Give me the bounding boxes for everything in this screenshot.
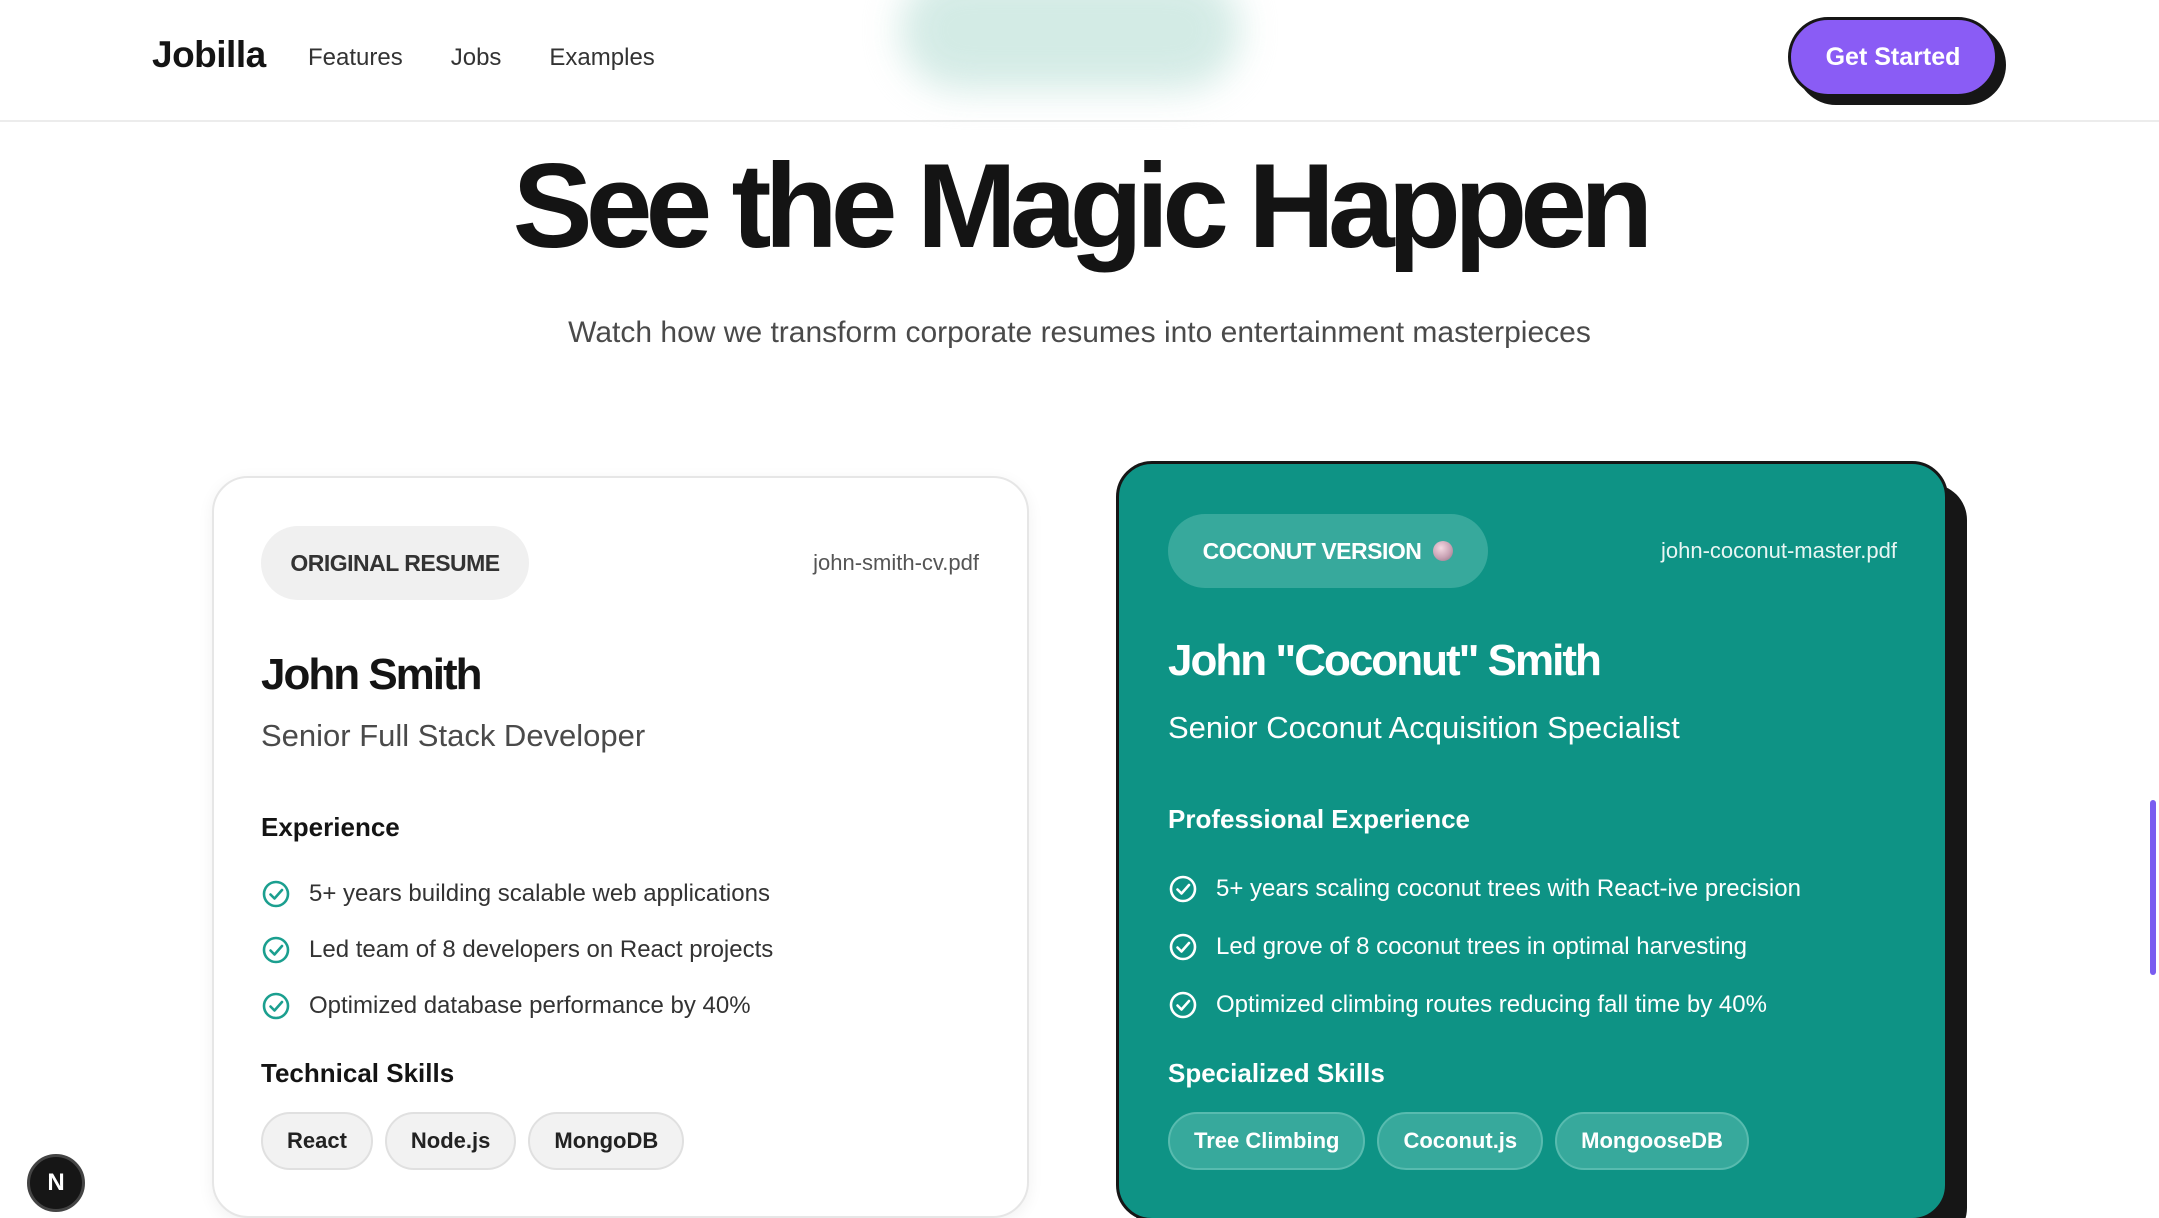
skill-tag: MongoDB xyxy=(528,1112,685,1170)
check-circle-icon xyxy=(262,880,290,908)
skill-tag: Coconut.js xyxy=(1377,1112,1544,1170)
original-experience-heading: Experience xyxy=(261,812,400,842)
coconut-experience-heading: Professional Experience xyxy=(1168,804,1471,834)
get-started-button[interactable]: Get Started xyxy=(1788,17,1998,97)
list-item: Led grove of 8 coconut trees in optimal … xyxy=(1168,918,1801,976)
original-role: Senior Full Stack Developer xyxy=(261,718,646,753)
list-item: 5+ years scaling coconut trees with Reac… xyxy=(1168,860,1801,918)
coconut-skills-heading: Specialized Skills xyxy=(1168,1058,1385,1088)
original-file-name: john-smith-cv.pdf xyxy=(813,550,979,575)
coconut-version-badge: COCONUT VERSION xyxy=(1168,514,1488,588)
skill-tag: React xyxy=(261,1112,373,1170)
list-item: Led team of 8 developers on React projec… xyxy=(261,922,773,978)
skill-tag: Node.js xyxy=(384,1112,517,1170)
list-item: 5+ years building scalable web applicati… xyxy=(261,866,773,922)
skill-tag: MongooseDB xyxy=(1555,1112,1749,1170)
check-circle-icon xyxy=(262,936,290,964)
coconut-name: John "Coconut" Smith xyxy=(1168,636,1602,685)
coconut-experience-list: 5+ years scaling coconut trees with Reac… xyxy=(1168,860,1801,1034)
check-circle-icon xyxy=(1169,875,1197,903)
original-experience-list: 5+ years building scalable web applicati… xyxy=(261,866,773,1034)
list-item: Optimized database performance by 40% xyxy=(261,978,773,1034)
original-resume-card: ORIGINAL RESUME john-smith-cv.pdf John S… xyxy=(212,476,1029,1218)
main-nav: Features Jobs Examples xyxy=(308,44,655,72)
list-item: Optimized climbing routes reducing fall … xyxy=(1168,976,1801,1034)
experience-text: 5+ years building scalable web applicati… xyxy=(309,880,770,907)
scrollbar-thumb[interactable] xyxy=(2150,800,2156,975)
nextjs-dev-badge[interactable]: N xyxy=(27,1154,85,1212)
site-header: Jobilla Features Jobs Examples Get Start… xyxy=(0,0,2159,122)
coconut-badge-label: COCONUT VERSION xyxy=(1202,537,1422,564)
original-skills-tags: React Node.js MongoDB xyxy=(261,1112,685,1170)
check-circle-icon xyxy=(1169,933,1197,961)
experience-text: Led grove of 8 coconut trees in optimal … xyxy=(1216,933,1747,960)
decorative-glow xyxy=(900,0,1240,90)
coconut-file-name: john-coconut-master.pdf xyxy=(1660,538,1897,563)
coconut-icon xyxy=(1433,541,1454,561)
nav-link-examples[interactable]: Examples xyxy=(549,44,654,72)
experience-text: 5+ years scaling coconut trees with Reac… xyxy=(1216,875,1801,902)
check-circle-icon xyxy=(262,992,290,1020)
logo[interactable]: Jobilla xyxy=(152,34,266,76)
check-circle-icon xyxy=(1169,991,1197,1019)
skill-tag: Tree Climbing xyxy=(1168,1112,1366,1170)
nav-link-jobs[interactable]: Jobs xyxy=(451,44,502,72)
original-skills-heading: Technical Skills xyxy=(261,1058,455,1088)
original-name: John Smith xyxy=(261,650,483,699)
hero-title: See the Magic Happen xyxy=(512,139,1654,273)
original-resume-badge: ORIGINAL RESUME xyxy=(261,526,529,600)
coconut-resume-card: COCONUT VERSION john-coconut-master.pdf … xyxy=(1116,461,1948,1218)
experience-text: Led team of 8 developers on React projec… xyxy=(309,936,774,963)
nav-link-features[interactable]: Features xyxy=(308,44,403,72)
experience-text: Optimized climbing routes reducing fall … xyxy=(1216,991,1767,1018)
coconut-skills-tags: Tree Climbing Coconut.js MongooseDB xyxy=(1168,1112,1749,1170)
hero-subtitle: Watch how we transform corporate resumes… xyxy=(568,316,1591,349)
experience-text: Optimized database performance by 40% xyxy=(309,992,751,1019)
coconut-role: Senior Coconut Acquisition Specialist xyxy=(1168,710,1680,745)
